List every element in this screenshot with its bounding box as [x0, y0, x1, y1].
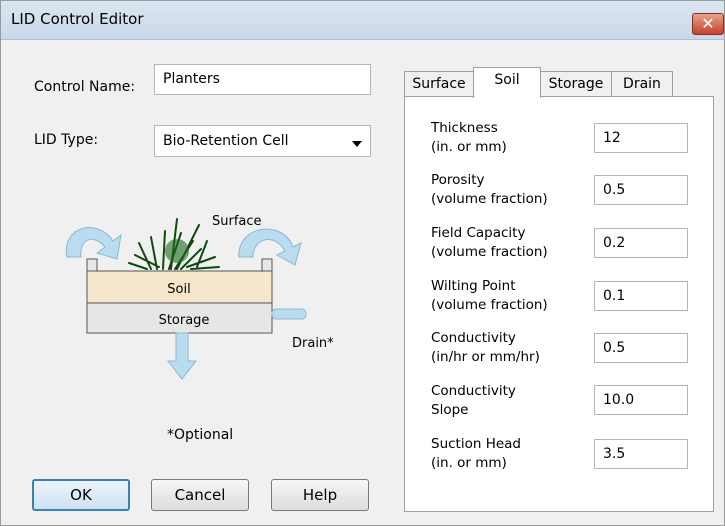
window-title: LID Control Editor [11, 10, 144, 28]
drain-label: Drain* [292, 336, 334, 351]
optional-note: *Optional [167, 427, 234, 443]
title-bar: LID Control Editor ✕ [1, 1, 724, 40]
tab-surface[interactable]: Surface [404, 71, 474, 97]
tab-drain[interactable]: Drain [611, 71, 673, 97]
thickness-field[interactable]: 12 [594, 123, 688, 153]
lid-type-select[interactable]: Bio-Retention Cell [154, 125, 371, 157]
drain-pipe [271, 308, 307, 320]
help-button[interactable]: Help [271, 479, 369, 511]
inflow-arrow-icon [65, 227, 122, 260]
right-wall [261, 258, 273, 272]
soil-layer-label: Soil [167, 282, 190, 297]
wilting-point-field[interactable]: 0.1 [594, 281, 688, 311]
lid-type-label: LID Type: [34, 132, 99, 148]
surface-label: Surface [212, 214, 262, 229]
conductivity-slope-field[interactable]: 10.0 [594, 385, 688, 415]
storage-layer-label: Storage [159, 313, 210, 328]
tab-storage[interactable]: Storage [540, 71, 612, 97]
soil-tab-panel: Thickness (in. or mm) 12 Porosity (volume … [404, 96, 714, 512]
ok-button[interactable]: OK [32, 479, 130, 511]
conductivity-field[interactable]: 0.5 [594, 333, 688, 363]
infiltration-arrow-icon [166, 332, 198, 380]
left-wall [86, 258, 98, 272]
thickness-label: Thickness (in. or mm) [431, 120, 507, 155]
porosity-label: Porosity (volume fraction) [431, 172, 548, 207]
suction-head-field[interactable]: 3.5 [594, 439, 688, 469]
control-name-label: Control Name: [34, 79, 136, 95]
suction-head-label: Suction Head (in. or mm) [431, 436, 521, 471]
field-capacity-label: Field Capacity (volume fraction) [431, 225, 548, 260]
close-button[interactable]: ✕ [692, 13, 724, 35]
tab-soil[interactable]: Soil [473, 67, 541, 98]
porosity-field[interactable]: 0.5 [594, 175, 688, 205]
conductivity-slope-label: Conductivity Slope [431, 383, 516, 418]
cancel-button[interactable]: Cancel [151, 479, 249, 511]
chevron-down-icon [352, 141, 362, 147]
lid-control-editor-window: LID Control Editor ✕ Control Name: Plant… [0, 0, 725, 526]
wilting-point-label: Wilting Point (volume fraction) [431, 278, 548, 313]
conductivity-label: Conductivity (in/hr or mm/hr) [431, 330, 540, 365]
field-capacity-field[interactable]: 0.2 [594, 228, 688, 258]
control-name-input[interactable]: Planters [154, 64, 371, 95]
lid-type-value: Bio-Retention Cell [163, 133, 289, 149]
bio-retention-diagram: Soil Storage Surface Drain* [65, 214, 334, 380]
plant-foliage [165, 239, 189, 263]
